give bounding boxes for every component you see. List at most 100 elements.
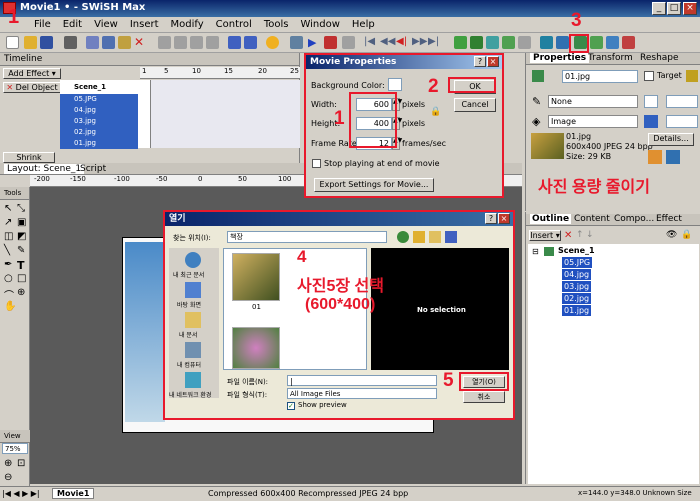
object-name-input[interactable]: 01.jpg — [562, 70, 638, 83]
fill-tool-icon[interactable]: ◩ — [17, 231, 26, 242]
my-documents-icon[interactable] — [185, 312, 201, 328]
transform-tab[interactable]: Transform — [588, 53, 633, 63]
publish-icon[interactable] — [622, 36, 635, 49]
timeline-row[interactable]: 04.jpg — [60, 105, 138, 116]
send-backward-icon[interactable] — [174, 36, 187, 49]
fill-options-field[interactable] — [666, 115, 698, 128]
pencil-tool-icon[interactable]: ✎ — [17, 245, 25, 256]
menu-help[interactable]: Help — [346, 17, 381, 30]
timeline-frames[interactable] — [150, 80, 300, 148]
target-icon[interactable] — [686, 70, 698, 82]
movie-tab[interactable]: Movie1 — [52, 488, 95, 499]
stop-playing-checkbox[interactable] — [312, 159, 321, 168]
hand-tool-icon[interactable]: ✋ — [4, 301, 16, 312]
dialog-close-button[interactable]: × — [487, 56, 499, 67]
timeline-tab[interactable]: Timeline — [0, 53, 299, 66]
place-network[interactable]: 내 네트워크 환경 — [169, 390, 211, 399]
rectangle-tool-icon[interactable]: □ — [17, 273, 26, 284]
last-frame-icon[interactable]: ▶| — [428, 36, 441, 49]
open-icon[interactable] — [24, 36, 37, 49]
layout-tab[interactable]: Layout: Scene_1 — [4, 164, 85, 174]
insert-text-icon[interactable] — [470, 36, 483, 49]
outline-scene[interactable]: Scene_1 — [558, 246, 595, 255]
outline-item[interactable]: 02.jpg — [562, 293, 592, 304]
export-icon[interactable] — [606, 36, 619, 49]
lookin-select[interactable]: 책장 — [227, 231, 387, 243]
tab-nav-icons[interactable]: |◀ ◀ ▶ ▶| — [2, 489, 40, 498]
file-thumbnail[interactable] — [232, 327, 280, 369]
open-help-button[interactable]: ? — [485, 213, 497, 224]
close-button[interactable]: × — [683, 2, 697, 15]
zoom-tool-icon[interactable]: ⊕ — [17, 287, 25, 298]
insert-content-icon[interactable] — [540, 36, 553, 49]
menu-file[interactable]: File — [28, 17, 57, 30]
ungroup-icon[interactable] — [206, 36, 219, 49]
first-frame-icon[interactable]: |◀ — [364, 36, 377, 49]
group-icon[interactable] — [190, 36, 203, 49]
motion-path-icon[interactable]: ⌒ — [4, 287, 14, 302]
effect-tab[interactable]: Effect — [656, 214, 682, 224]
print-icon[interactable] — [64, 36, 77, 49]
reshape-tab[interactable]: Reshape — [640, 53, 679, 63]
select-tool-icon[interactable]: ↖ — [4, 203, 12, 214]
view-menu-icon[interactable] — [445, 231, 457, 243]
menu-insert[interactable]: Insert — [124, 17, 165, 30]
redo-icon[interactable] — [244, 36, 257, 49]
prev-frame-icon[interactable]: ◀◀ — [380, 36, 395, 49]
cancel-button[interactable]: Cancel — [454, 98, 496, 112]
subselect-tool-icon[interactable]: ↗ — [4, 217, 12, 228]
shrink-button[interactable]: Shrink — [3, 152, 55, 163]
content-tab[interactable]: Content — [574, 214, 610, 224]
back-icon[interactable] — [397, 231, 409, 243]
new-icon[interactable] — [6, 36, 19, 49]
outline-item[interactable]: 04.jpg — [562, 269, 592, 280]
cut-icon[interactable] — [86, 36, 99, 49]
filetype-select[interactable]: All Image Files — [287, 388, 437, 399]
image-export-icon[interactable] — [666, 150, 680, 164]
rewind-icon[interactable]: ◀| — [396, 36, 409, 49]
zoom-fit-icon[interactable]: ⊡ — [17, 458, 25, 469]
recent-documents-icon[interactable] — [185, 252, 201, 268]
transform-tool-icon[interactable]: ⤡ — [17, 203, 25, 214]
insert-dropdown[interactable]: Insert ▾ — [529, 230, 561, 241]
expand-icon[interactable]: ⊟ — [532, 247, 539, 256]
undo-icon[interactable] — [228, 36, 241, 49]
move-down-icon[interactable]: ↓ — [586, 230, 594, 240]
properties-tab[interactable]: Properties — [530, 53, 590, 63]
outline-item[interactable]: 05.JPG — [562, 257, 593, 268]
delete-icon[interactable]: ✕ — [134, 35, 147, 49]
place-computer[interactable]: 내 컴퓨터 — [177, 360, 201, 369]
menu-control[interactable]: Control — [210, 17, 258, 30]
zoom-select[interactable]: 75% — [2, 443, 28, 454]
insert-sprite-icon[interactable] — [502, 36, 515, 49]
components-tab[interactable]: Compo... — [614, 214, 654, 224]
show-preview-checkbox[interactable]: ✓ — [287, 402, 295, 410]
line-tool-icon[interactable]: ╲ — [4, 245, 10, 256]
outline-item[interactable]: 01.jpg — [562, 305, 592, 316]
zoom-out-icon[interactable]: ⊖ — [4, 472, 12, 483]
dialog-help-button[interactable]: ? — [474, 56, 486, 67]
add-effect-button[interactable]: Add Effect ▾ — [3, 68, 61, 79]
target-checkbox[interactable] — [644, 71, 654, 81]
export-settings-button[interactable]: Export Settings for Movie... — [314, 178, 434, 192]
stop-icon[interactable] — [290, 36, 303, 49]
menu-tools[interactable]: Tools — [258, 17, 295, 30]
play-icon[interactable]: ▶ — [308, 36, 321, 49]
new-folder-icon[interactable] — [429, 231, 441, 243]
maximize-button[interactable]: □ — [667, 2, 681, 15]
place-documents[interactable]: 내 문서 — [179, 330, 197, 339]
copy-icon[interactable] — [102, 36, 115, 49]
import-sound-icon[interactable] — [590, 36, 603, 49]
timeline-row[interactable]: 01.jpg — [60, 138, 138, 149]
network-icon[interactable] — [185, 372, 201, 388]
text-tool-icon[interactable]: T — [17, 259, 25, 272]
insert-effect-icon[interactable] — [556, 36, 569, 49]
paste-icon[interactable] — [118, 36, 131, 49]
move-up-icon[interactable]: ↑ — [576, 230, 584, 240]
file-thumbnail[interactable] — [232, 253, 280, 301]
insert-button-icon[interactable] — [486, 36, 499, 49]
del-object-button[interactable]: ✕ Del Object — [3, 82, 61, 93]
my-computer-icon[interactable] — [185, 342, 201, 358]
zoom-in-icon[interactable]: ⊕ — [4, 458, 12, 469]
image-edit-icon[interactable] — [648, 150, 662, 164]
